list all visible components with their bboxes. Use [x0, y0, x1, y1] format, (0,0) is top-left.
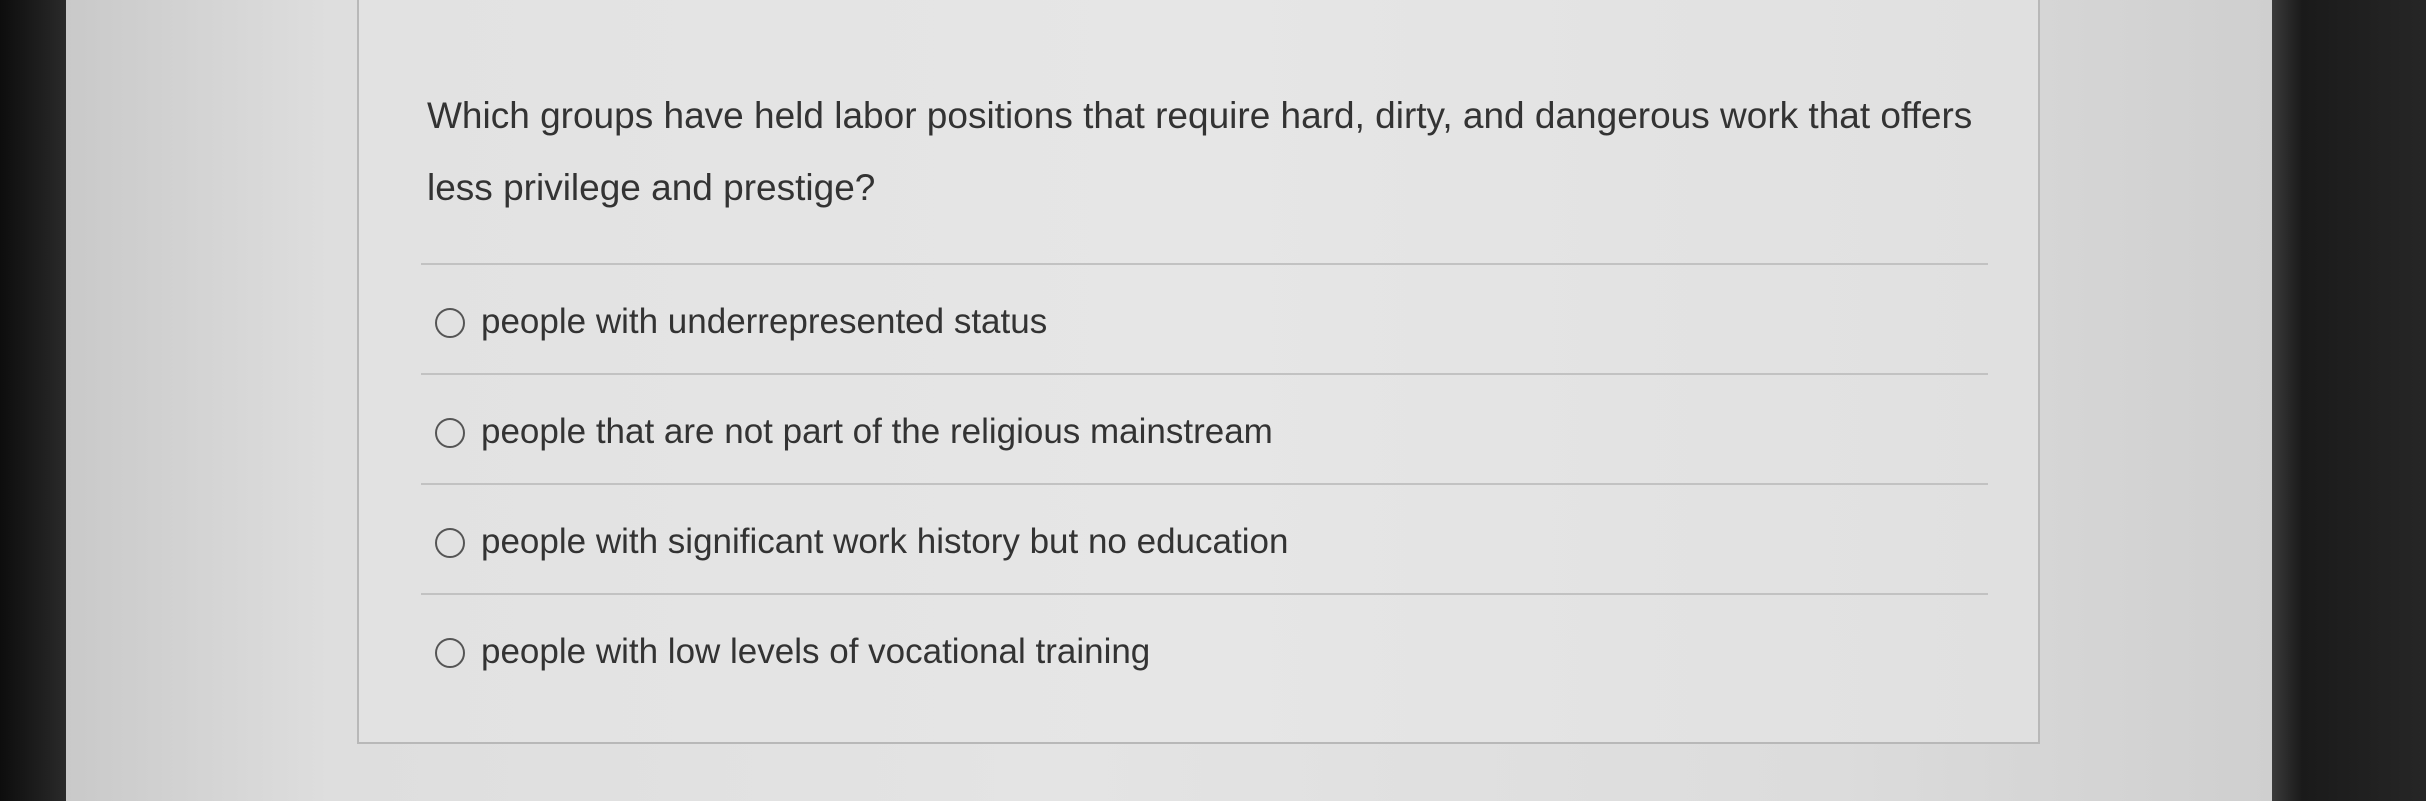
monitor-bezel [2272, 0, 2426, 801]
answer-label[interactable]: people with underrepresented status [481, 300, 1047, 344]
answer-option[interactable]: people that are not part of the religiou… [421, 373, 1988, 483]
photo-frame: Which groups have held labor positions t… [0, 0, 2426, 801]
answer-label[interactable]: people with significant work history but… [481, 520, 1288, 564]
radio-button[interactable] [435, 638, 465, 668]
question-text: Which groups have held labor positions t… [427, 95, 1973, 208]
answer-label[interactable]: people with low levels of vocational tra… [481, 630, 1150, 674]
radio-button[interactable] [435, 528, 465, 558]
answer-list: people with underrepresented status peop… [359, 263, 2038, 703]
answer-label[interactable]: people that are not part of the religiou… [481, 410, 1273, 454]
answer-option[interactable]: people with low levels of vocational tra… [421, 593, 1988, 703]
answer-option[interactable]: people with significant work history but… [421, 483, 1988, 593]
radio-button[interactable] [435, 308, 465, 338]
radio-button[interactable] [435, 418, 465, 448]
answer-option[interactable]: people with underrepresented status [421, 263, 1988, 373]
question-card: Which groups have held labor positions t… [357, 0, 2040, 744]
screen: Which groups have held labor positions t… [66, 0, 2272, 801]
